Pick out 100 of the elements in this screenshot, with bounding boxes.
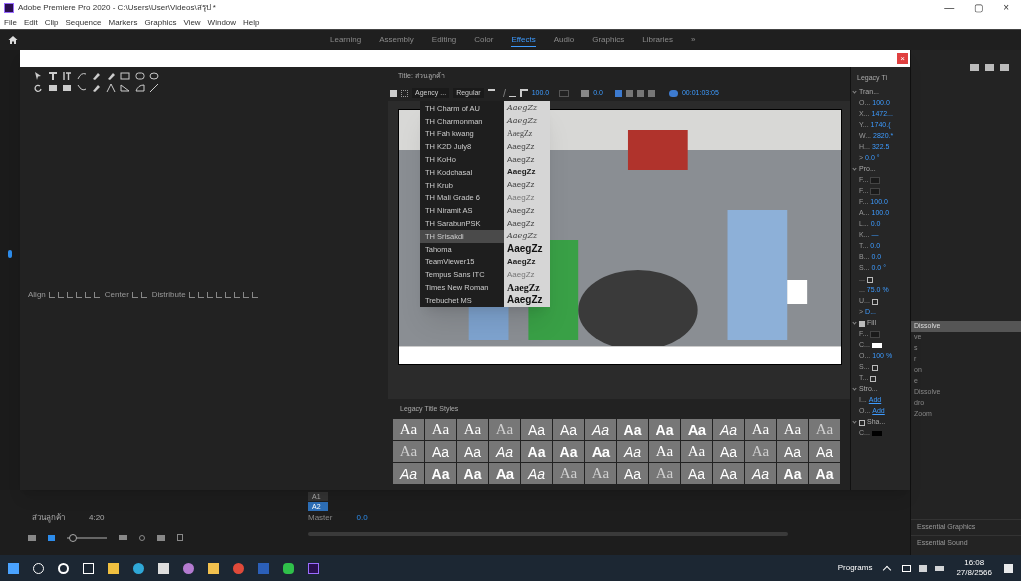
menu-item[interactable]: Markers <box>108 16 138 29</box>
track-label: Master <box>308 512 333 524</box>
task-view-icon[interactable] <box>83 562 94 574</box>
style-swatch[interactable]: Aa <box>489 463 520 484</box>
menu-item[interactable]: Graphics <box>144 16 177 29</box>
style-swatch[interactable]: Aa <box>809 441 840 462</box>
workspace-tab[interactable]: Color <box>474 34 494 46</box>
color-swatch[interactable] <box>871 343 882 348</box>
ellipse-tool-icon[interactable] <box>148 71 161 81</box>
style-swatch[interactable]: Aa <box>489 419 520 440</box>
style-swatch[interactable]: Aa <box>521 419 552 440</box>
close-button[interactable]: × <box>897 53 908 64</box>
workspace-tab[interactable]: Editing <box>431 34 457 46</box>
style-swatch[interactable]: Aa <box>425 463 456 484</box>
workspace-tab[interactable]: » <box>690 34 696 46</box>
style-swatch[interactable]: Aa <box>777 419 808 440</box>
style-swatch[interactable]: Aa <box>617 419 648 440</box>
clock-date[interactable]: 27/8/2566 <box>956 568 992 578</box>
style-swatch[interactable]: Aa <box>649 441 680 462</box>
style-swatch[interactable]: Aa <box>393 441 424 462</box>
workspace-tab[interactable]: Libraries <box>642 34 673 46</box>
menu-item[interactable]: Clip <box>44 16 59 29</box>
style-swatch[interactable]: Aa <box>745 419 776 440</box>
type-tool-icon[interactable] <box>46 71 59 81</box>
style-swatch[interactable]: Aa <box>777 441 808 462</box>
style-swatch[interactable]: Aa <box>521 441 552 462</box>
taskbar-label[interactable]: Programs <box>837 562 873 574</box>
style-swatch[interactable]: Aa <box>809 419 840 440</box>
slider-thumb[interactable] <box>68 533 77 542</box>
arc-tool-icon[interactable] <box>133 83 146 93</box>
rectangle-tool-icon[interactable] <box>119 71 132 81</box>
path-type-tool-icon[interactable] <box>75 71 88 81</box>
style-swatch[interactable]: Aa <box>745 463 776 484</box>
style-swatch[interactable]: Aa <box>681 463 712 484</box>
style-swatch[interactable]: Aa <box>585 463 616 484</box>
checkbox[interactable] <box>859 320 865 327</box>
rounded-rectangle-tool-icon[interactable] <box>133 71 146 81</box>
style-swatch[interactable]: Aa <box>617 441 648 462</box>
roll-crawl-icon[interactable] <box>401 89 408 97</box>
style-swatch[interactable]: Aa <box>713 419 744 440</box>
menu-item[interactable]: File <box>4 16 17 29</box>
style-swatch[interactable]: Aa <box>649 419 680 440</box>
style-swatch[interactable]: Aa <box>617 463 648 484</box>
wedge-tool-icon[interactable] <box>119 83 132 93</box>
maximize-button[interactable]: ▢ <box>974 3 984 13</box>
style-swatch[interactable]: Aa <box>393 463 424 484</box>
checkbox[interactable] <box>866 276 873 283</box>
font-sample: AaegZz <box>506 204 536 217</box>
rotate-tool-icon[interactable] <box>32 83 44 93</box>
workspace-tab[interactable]: Effects <box>511 33 536 47</box>
path-type-tool-icon[interactable] <box>75 83 88 93</box>
style-swatch[interactable]: Aa <box>809 463 840 484</box>
style-swatch[interactable]: Aa <box>393 419 424 440</box>
clock-time[interactable]: 16:08 <box>964 558 985 568</box>
workspace-tab[interactable]: Learning <box>330 34 362 46</box>
panel-tab-icon[interactable] <box>8 250 12 258</box>
style-swatch[interactable]: Aa <box>681 419 712 440</box>
convert-anchor-tool-icon[interactable] <box>104 83 117 93</box>
style-swatch[interactable]: Aa <box>457 441 488 462</box>
style-swatch[interactable]: Aa <box>681 441 712 462</box>
icon-view-icon[interactable] <box>48 534 55 541</box>
font-sample: AaegZz <box>506 293 544 307</box>
style-swatch[interactable]: Aa <box>553 441 584 462</box>
style-swatch[interactable]: Aa <box>457 419 488 440</box>
style-swatch[interactable]: Aa <box>553 419 584 440</box>
checkbox[interactable] <box>859 419 865 426</box>
minimize-button[interactable]: — <box>944 3 955 13</box>
style-swatch[interactable]: Aa <box>713 463 744 484</box>
menu-item[interactable]: Window <box>207 16 237 29</box>
style-swatch[interactable]: Aa <box>585 419 616 440</box>
checkbox[interactable] <box>870 375 877 382</box>
style-swatch[interactable]: Aa <box>649 463 680 484</box>
checkbox[interactable] <box>871 298 878 305</box>
style-swatch[interactable]: Aa <box>585 441 616 462</box>
zoom-slider[interactable] <box>67 536 107 539</box>
style-swatch[interactable]: Aa <box>425 441 456 462</box>
font-sample: AaegZz <box>505 230 539 243</box>
menu-item[interactable]: Edit <box>23 16 38 29</box>
style-swatch[interactable]: Aa <box>425 419 456 440</box>
style-swatch[interactable]: Aa <box>745 441 776 462</box>
style-swatch[interactable]: Aa <box>777 463 808 484</box>
style-swatch[interactable]: Aa <box>553 463 584 484</box>
track-value[interactable]: 0.0 <box>356 512 368 524</box>
style-swatch[interactable]: Aa <box>457 463 488 484</box>
start-icon[interactable] <box>8 562 19 574</box>
checkbox[interactable] <box>871 364 878 371</box>
vertical-type-tool-icon[interactable] <box>61 71 74 81</box>
menu-item[interactable]: Help <box>243 16 260 29</box>
style-swatch[interactable]: Aa <box>489 441 520 462</box>
workspace-tab[interactable]: Audio <box>553 34 575 46</box>
home-icon[interactable] <box>8 35 18 45</box>
style-swatch[interactable]: Aa <box>713 441 744 462</box>
line-tool-icon[interactable] <box>148 83 161 93</box>
workspace-tab[interactable]: Assembly <box>379 34 414 46</box>
close-button[interactable]: × <box>1003 3 1009 13</box>
menu-item[interactable]: View <box>183 16 201 29</box>
color-swatch[interactable] <box>871 431 882 436</box>
workspace-tab[interactable]: Graphics <box>592 34 625 46</box>
style-swatch[interactable]: Aa <box>521 463 552 484</box>
menu-item[interactable]: Sequence <box>65 16 102 29</box>
